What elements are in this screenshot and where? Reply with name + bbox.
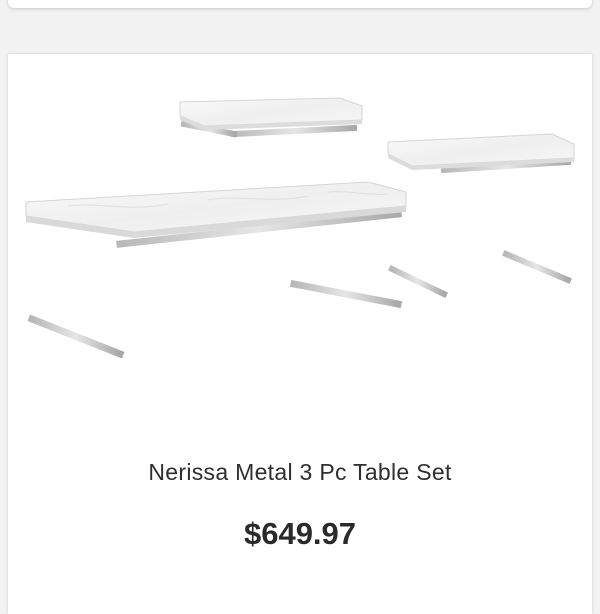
- right-end-table: [387, 133, 575, 299]
- previous-product-card[interactable]: [8, 0, 592, 8]
- coffee-table: [25, 181, 407, 359]
- product-image[interactable]: [8, 54, 592, 384]
- product-price: $649.97: [243, 516, 357, 551]
- product-title[interactable]: Nerissa Metal 3 Pc Table Set: [8, 459, 592, 486]
- product-card[interactable]: Nerissa Metal 3 Pc Table Set $649.97: [8, 54, 592, 614]
